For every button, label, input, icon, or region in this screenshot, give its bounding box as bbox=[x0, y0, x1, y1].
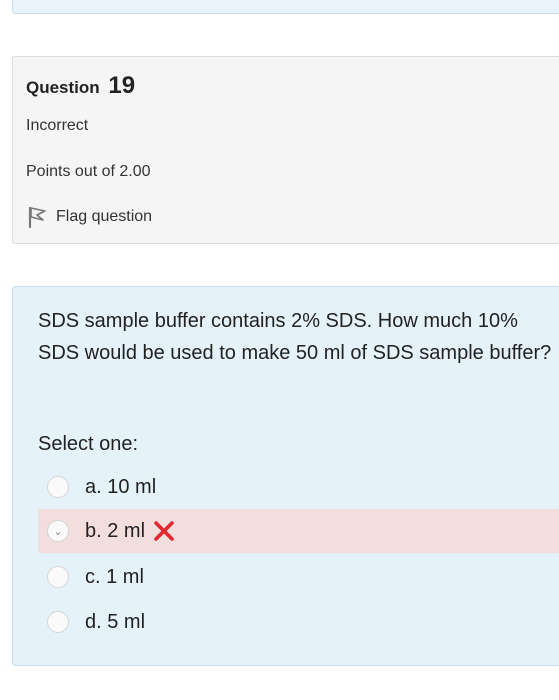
answer-prompt: Select one: bbox=[38, 433, 139, 455]
answer-option-d[interactable]: d. 5 ml bbox=[38, 600, 559, 644]
radio-icon[interactable] bbox=[47, 476, 69, 498]
question-content-panel: SDS sample buffer contains 2% SDS. How m… bbox=[12, 286, 559, 666]
answer-label: c. 1 ml bbox=[85, 565, 144, 588]
flag-question-button[interactable]: Flag question bbox=[26, 205, 152, 229]
question-state: Incorrect bbox=[26, 117, 89, 134]
question-number: 19 bbox=[108, 72, 136, 99]
answer-label: b. 2 ml bbox=[85, 519, 146, 542]
question-label: Question bbox=[26, 78, 100, 97]
cross-icon bbox=[154, 521, 174, 541]
previous-question-content bbox=[12, 0, 559, 14]
radio-icon[interactable] bbox=[47, 611, 69, 633]
flag-icon bbox=[28, 206, 46, 229]
answer-label: a. 10 ml bbox=[85, 475, 157, 498]
answer-option-b[interactable]: ⌄ b. 2 ml bbox=[38, 509, 559, 553]
radio-icon[interactable] bbox=[47, 566, 69, 588]
question-text: SDS sample buffer contains 2% SDS. How m… bbox=[38, 310, 552, 364]
answer-label: d. 5 ml bbox=[85, 610, 146, 633]
radio-icon[interactable]: ⌄ bbox=[47, 520, 69, 542]
question-heading: Question 19 bbox=[26, 72, 135, 100]
flag-question-label: Flag question bbox=[56, 208, 153, 225]
question-grade: Points out of 2.00 bbox=[26, 163, 151, 180]
answer-option-c[interactable]: c. 1 ml bbox=[38, 555, 559, 599]
question-info-panel: Question 19 Incorrect Points out of 2.00… bbox=[12, 56, 559, 244]
answer-option-a[interactable]: a. 10 ml bbox=[38, 465, 559, 509]
